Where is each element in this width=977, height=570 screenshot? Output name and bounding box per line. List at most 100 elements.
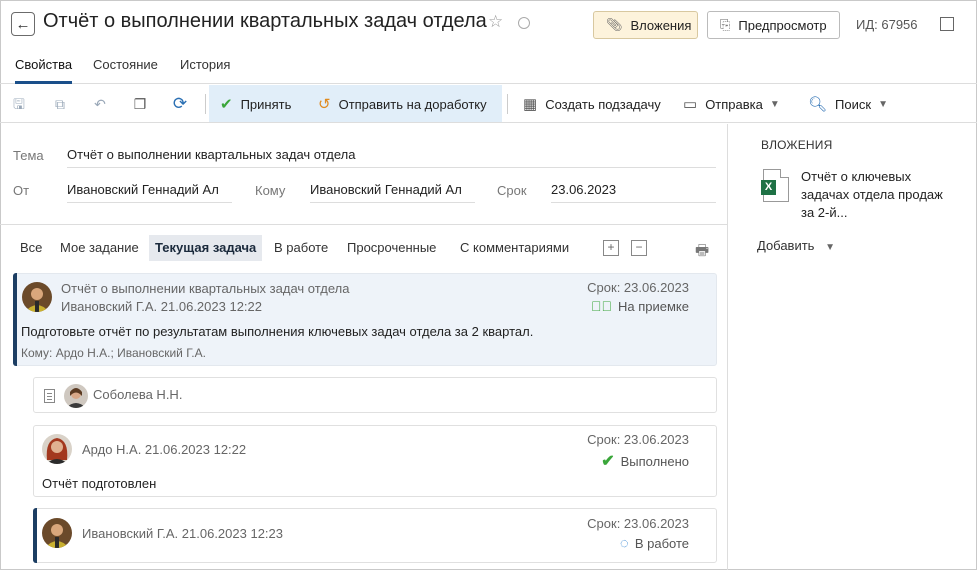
paperclip-icon: 📎︎ bbox=[606, 17, 623, 32]
avatar bbox=[64, 384, 88, 408]
accept-button[interactable]: ✔ Принять bbox=[220, 95, 291, 113]
create-subtask-button[interactable]: ▦ Создать подзадачу bbox=[523, 95, 661, 113]
document-id: ИД: 67956 bbox=[856, 17, 918, 32]
toolbar: 🖫︎ ⧉ ↶ ❐ ⟳ ✔ Принять ↺ Отправить на дора… bbox=[0, 84, 977, 123]
tab-properties[interactable]: Свойства bbox=[15, 57, 73, 84]
to-label: Кому bbox=[255, 183, 286, 198]
collapse-all-icon[interactable]: − bbox=[631, 240, 647, 256]
task-card-ivanovsky[interactable]: Ивановский Г.А. 21.06.2023 12:23 Срок: 2… bbox=[33, 508, 717, 563]
in-progress-spinner-icon: ◌ bbox=[619, 535, 629, 552]
add-label: Добавить bbox=[757, 238, 815, 253]
attachments-button[interactable]: 📎︎ Вложения bbox=[593, 11, 698, 39]
subject-label: Тема bbox=[13, 148, 44, 163]
checkmark-icon: ✔ bbox=[220, 96, 233, 113]
card-author-date: Ивановский Г.А. 21.06.2023 12:22 bbox=[61, 299, 262, 314]
card-title[interactable]: Отчёт о выполнении квартальных задач отд… bbox=[61, 281, 349, 296]
excel-file-icon[interactable]: X bbox=[761, 169, 789, 202]
task-card-main[interactable]: Отчёт о выполнении квартальных задач отд… bbox=[13, 273, 717, 366]
task-card-soboleva[interactable]: Соболева Н.Н. bbox=[33, 377, 717, 413]
send-back-button[interactable]: ↺ Отправить на доработку bbox=[318, 95, 487, 113]
card-accent-bar bbox=[33, 508, 37, 563]
send-dropdown[interactable]: ▭ Отправка ▼ bbox=[683, 95, 780, 113]
save-icon[interactable]: 🖫︎ bbox=[11, 96, 27, 112]
card-text: Отчёт подготовлен bbox=[42, 476, 157, 491]
tab-history[interactable]: История bbox=[180, 57, 230, 72]
status-badge: ✓⃝ На приемке bbox=[591, 298, 689, 314]
to-field[interactable]: Ивановский Геннадий Ал bbox=[310, 182, 475, 203]
subject-field[interactable]: Отчёт о выполнении квартальных задач отд… bbox=[67, 147, 716, 168]
task-card-ardo[interactable]: Ардо Н.А. 21.06.2023 12:22 Срок: 23.06.2… bbox=[33, 425, 717, 497]
filter-overdue[interactable]: Просроченные bbox=[341, 235, 442, 261]
card-recipients: Кому: Ардо Н.А.; Ивановский Г.А. bbox=[21, 346, 206, 360]
card-author-date: Ивановский Г.А. 21.06.2023 12:23 bbox=[82, 526, 283, 541]
save-as-icon[interactable]: ⧉ bbox=[52, 96, 68, 112]
task-form: Тема Отчёт о выполнении квартальных зада… bbox=[0, 124, 727, 225]
search-label: Поиск bbox=[835, 96, 872, 112]
avatar bbox=[42, 434, 72, 464]
filter-with-comments[interactable]: С комментариями bbox=[454, 235, 575, 261]
expand-all-icon[interactable]: + bbox=[603, 240, 619, 256]
from-field[interactable]: Ивановский Геннадий Ал bbox=[67, 182, 232, 203]
add-attachment-button[interactable]: Добавить ▼ bbox=[757, 238, 835, 253]
status-label: На приемке bbox=[618, 298, 689, 314]
search-icon: 🔍︎ bbox=[808, 96, 828, 113]
subtask-icon: ▦ bbox=[523, 96, 538, 113]
due-field[interactable]: 23.06.2023 bbox=[551, 182, 716, 203]
copy-icon[interactable]: ❐ bbox=[132, 96, 148, 112]
attachment-file-link[interactable]: Отчёт о ключевых задачах отдела продаж з… bbox=[801, 168, 951, 222]
attachments-panel: ВЛОЖЕНИЯ X Отчёт о ключевых задачах отде… bbox=[727, 124, 977, 570]
attachments-heading: ВЛОЖЕНИЯ bbox=[761, 138, 833, 152]
status-circle-icon[interactable] bbox=[518, 17, 530, 29]
tab-bar: Свойства Состояние История bbox=[0, 48, 977, 84]
status-badge: ◌ В работе bbox=[620, 535, 689, 552]
printer-icon[interactable]: 🖶︎ bbox=[695, 240, 709, 265]
preview-label: Предпросмотр bbox=[738, 17, 827, 33]
return-icon: ↺ bbox=[318, 96, 331, 113]
page-title: Отчёт о выполнении квартальных задач отд… bbox=[43, 10, 487, 32]
chevron-down-icon: ▼ bbox=[878, 98, 888, 110]
filter-bar: Все Мое задание Текущая задача В работе … bbox=[0, 226, 727, 270]
preview-button[interactable]: ⎘ Предпросмотр bbox=[707, 11, 840, 39]
attachments-label: Вложения bbox=[630, 17, 692, 33]
card-author: Соболева Н.Н. bbox=[93, 387, 183, 402]
send-label: Отправка bbox=[705, 96, 763, 112]
from-label: От bbox=[13, 183, 30, 198]
accept-label: Принять bbox=[240, 96, 292, 112]
avatar bbox=[42, 518, 72, 548]
search-dropdown[interactable]: 🔍︎ Поиск ▼ bbox=[808, 95, 888, 113]
send-back-label: Отправить на доработку bbox=[338, 96, 487, 112]
tab-state[interactable]: Состояние bbox=[93, 57, 158, 72]
chevron-down-icon: ▼ bbox=[825, 242, 835, 253]
refresh-icon[interactable]: ⟳ bbox=[172, 95, 188, 112]
filter-in-progress[interactable]: В работе bbox=[268, 235, 334, 261]
title-bar: ← Отчёт о выполнении квартальных задач о… bbox=[0, 0, 977, 48]
filter-all[interactable]: Все bbox=[14, 235, 48, 261]
preview-icon: ⎘ bbox=[720, 17, 731, 32]
star-icon[interactable]: ☆ bbox=[488, 12, 503, 32]
send-icon: ▭ bbox=[683, 96, 698, 113]
open-external-icon[interactable] bbox=[940, 17, 954, 31]
document-icon bbox=[44, 389, 55, 403]
back-button[interactable]: ← bbox=[11, 12, 35, 36]
check-circle-icon: ✓⃝ bbox=[591, 298, 612, 314]
excel-badge-icon: X bbox=[761, 180, 776, 195]
chevron-down-icon: ▼ bbox=[769, 98, 780, 110]
status-badge: ✔ Выполнено bbox=[601, 451, 689, 471]
card-due: Срок: 23.06.2023 bbox=[587, 280, 689, 295]
toolbar-divider bbox=[205, 94, 206, 114]
card-due: Срок: 23.06.2023 bbox=[587, 516, 689, 531]
status-label: Выполнено bbox=[620, 453, 689, 469]
toolbar-divider bbox=[507, 94, 508, 114]
status-label: В работе bbox=[634, 536, 689, 551]
due-label: Срок bbox=[497, 183, 527, 198]
undo-icon[interactable]: ↶ bbox=[92, 96, 108, 112]
avatar bbox=[22, 282, 52, 312]
card-author-date: Ардо Н.А. 21.06.2023 12:22 bbox=[82, 442, 247, 457]
card-due: Срок: 23.06.2023 bbox=[587, 432, 689, 447]
create-subtask-label: Создать подзадачу bbox=[545, 96, 661, 112]
arrow-left-icon: ← bbox=[15, 15, 31, 33]
filter-my-task[interactable]: Мое задание bbox=[54, 235, 145, 261]
filter-current-task[interactable]: Текущая задача bbox=[149, 235, 263, 261]
card-accent-bar bbox=[13, 273, 17, 366]
checkmark-icon: ✔ bbox=[601, 453, 615, 470]
